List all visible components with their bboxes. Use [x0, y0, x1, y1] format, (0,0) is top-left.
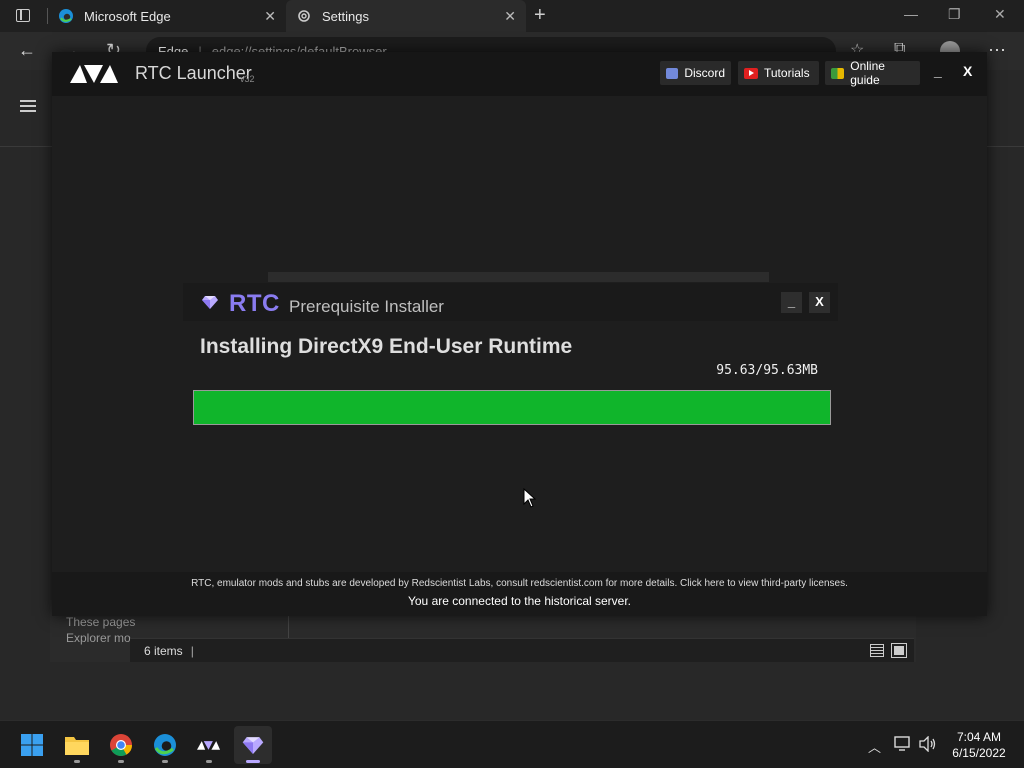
installer-shadow	[268, 272, 769, 282]
installer-minimize-button[interactable]: _	[781, 292, 802, 313]
status-separator: |	[190, 643, 194, 658]
taskbar-rtc-installer[interactable]	[234, 726, 272, 764]
start-icon	[21, 734, 43, 756]
tutorials-label: Tutorials	[764, 66, 810, 80]
mouse-cursor-icon	[523, 488, 537, 508]
details-view-icon[interactable]	[870, 644, 884, 657]
taskbar-file-explorer[interactable]	[58, 726, 96, 764]
new-tab-button[interactable]: +	[534, 4, 546, 27]
launcher-title: RTC Launcher	[135, 63, 252, 83]
tab-title: Microsoft Edge	[84, 8, 171, 24]
install-progress-fill	[194, 391, 830, 424]
back-arrow-icon[interactable]: ←	[18, 40, 36, 61]
volume-icon[interactable]	[919, 736, 937, 752]
server-status-text: You are connected to the historical serv…	[407, 594, 632, 608]
window-close-icon[interactable]: ✕	[994, 6, 1006, 23]
taskbar: ︿ 7:04 AM 6/15/2022	[0, 720, 1024, 768]
taskbar-edge[interactable]	[146, 726, 184, 764]
explorer-side-text: These pages Explorer mo	[66, 614, 135, 646]
running-indicator	[162, 760, 168, 763]
show-hidden-icons-chevron-icon[interactable]: ︿	[868, 737, 881, 756]
launcher-close-button[interactable]: X	[963, 63, 972, 79]
online-guide-button[interactable]: Online guide	[825, 59, 920, 87]
discord-button[interactable]: Discord	[660, 61, 731, 85]
explorer-text-line: These pages	[66, 615, 136, 629]
tiles-view-icon[interactable]	[891, 643, 907, 658]
edge-icon	[59, 9, 73, 23]
launcher-minimize-button[interactable]: _	[934, 63, 942, 79]
footer-credits-link[interactable]: RTC, emulator mods and stubs are develop…	[52, 572, 987, 589]
rtc-logo-icon	[70, 65, 118, 83]
clock-time: 7:04 AM	[956, 730, 1002, 744]
launcher-footer: RTC, emulator mods and stubs are develop…	[52, 572, 987, 616]
edge-icon	[154, 734, 176, 756]
close-tab-icon[interactable]: ✕	[504, 8, 516, 25]
edge-tab-bar: Microsoft Edge ✕ Settings ✕ + — ❐ ✕	[0, 0, 1024, 32]
installer-close-button[interactable]: X	[809, 292, 830, 313]
file-explorer-icon	[65, 737, 89, 755]
gem-icon	[202, 296, 218, 309]
tab-actions-icon[interactable]	[16, 9, 30, 22]
youtube-icon	[744, 67, 758, 79]
system-clock[interactable]: 7:04 AM 6/15/2022	[944, 729, 1014, 761]
discord-label: Discord	[684, 66, 725, 80]
explorer-text-line: Explorer mo	[66, 631, 131, 645]
start-button[interactable]	[13, 726, 51, 764]
running-indicator	[206, 760, 212, 763]
clock-date: 6/15/2022	[952, 746, 1006, 760]
install-progress-bar	[193, 390, 831, 425]
download-size-text: 95.63/95.63MB	[716, 363, 818, 378]
online-guide-label: Online guide	[850, 59, 885, 87]
running-indicator	[118, 760, 124, 763]
installer-subtitle: Prerequisite Installer	[289, 297, 444, 316]
rtc-launcher-icon	[197, 741, 221, 750]
installer-brand: RTC	[229, 290, 280, 317]
taskbar-chrome[interactable]	[102, 726, 140, 764]
tutorials-button[interactable]: Tutorials	[738, 61, 819, 85]
online-guide-icon	[831, 67, 845, 79]
running-indicator	[74, 760, 80, 763]
hamburger-menu-icon[interactable]	[20, 100, 36, 112]
explorer-status-bar: 6 items |	[130, 638, 914, 662]
installer-header[interactable]: RTC Prerequisite Installer _ X	[183, 283, 838, 321]
close-tab-icon[interactable]: ✕	[264, 8, 276, 25]
window-restore-icon[interactable]: ❐	[948, 6, 961, 23]
tab-title: Settings	[322, 8, 369, 24]
running-indicator	[246, 760, 260, 763]
launcher-title-bar[interactable]: RTC Launcher v32 Discord Tutorials Onlin…	[52, 52, 987, 96]
gear-icon	[298, 10, 310, 22]
taskbar-rtc-launcher[interactable]	[190, 726, 228, 764]
rtc-installer-icon	[242, 737, 264, 754]
more-menu-icon[interactable]: ⋯	[988, 40, 1006, 61]
tab-settings[interactable]: Settings ✕	[286, 0, 526, 32]
launcher-version: v32	[240, 74, 255, 84]
prerequisite-installer-dialog: RTC Prerequisite Installer _ X Installin…	[183, 283, 838, 508]
network-icon[interactable]	[894, 736, 912, 752]
discord-icon	[666, 67, 679, 79]
tab-microsoft-edge[interactable]: Microsoft Edge ✕	[48, 0, 286, 32]
window-minimize-icon[interactable]: —	[904, 6, 918, 22]
chrome-icon	[110, 734, 132, 756]
install-status-text: Installing DirectX9 End-User Runtime	[200, 335, 573, 358]
item-count: 6 items	[144, 643, 183, 658]
